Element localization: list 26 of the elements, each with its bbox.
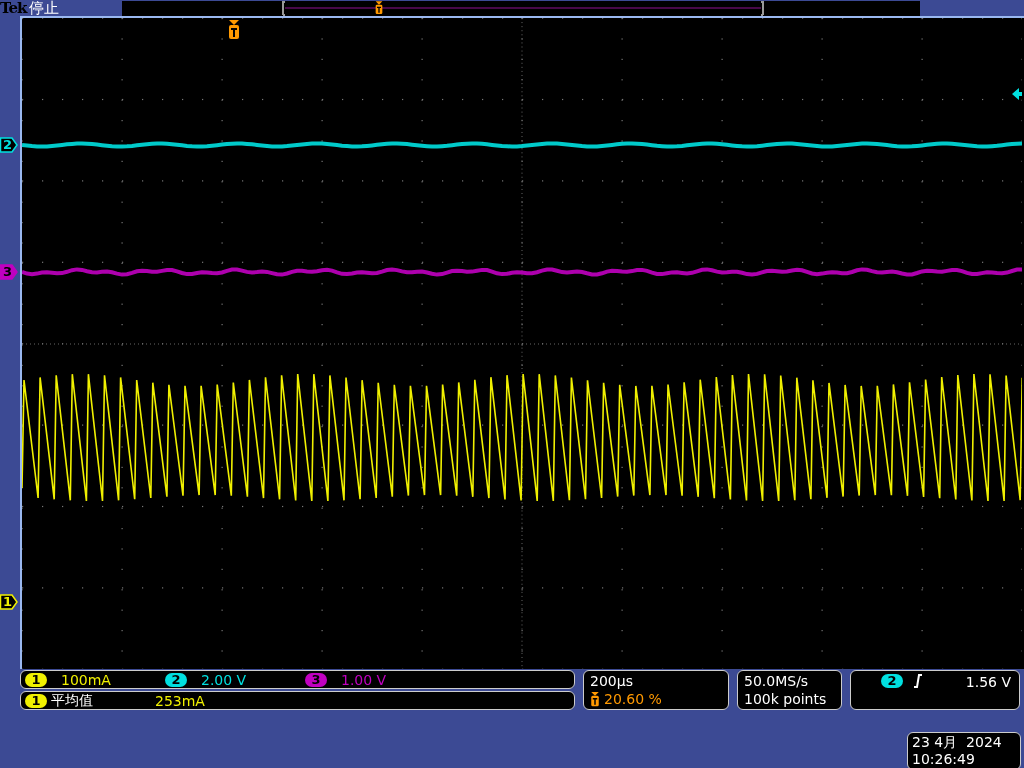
measurement-value: 253mA [155,692,205,709]
channel-badge: 1 [25,672,47,687]
time: 10:26:49 [912,751,976,768]
channel-scale: 100mA [61,671,111,688]
brand-logo: Tek [0,0,27,16]
trigger-time-marker-icon [228,20,240,40]
channel-badge: 3 [305,672,327,687]
measurement-name: 平均值 [51,691,94,710]
trigger-position: 20.60 % [604,690,662,708]
channel-scale: 2.00 V [201,671,247,688]
channel-scale: 1.00 V [341,671,387,688]
horizontal-scale: 200µs [590,672,634,690]
channel-marker[interactable]: 2 [0,137,18,153]
record-length: 100k points [744,690,828,708]
date: 23 4月 2024 [912,734,1003,751]
channel-badge: 2 [881,674,903,688]
channel-marker[interactable]: 1 [0,594,18,610]
channel-badge: 1 [25,693,47,708]
sample-rate: 50.0MS/s [744,672,810,690]
channel-badge: 2 [165,672,187,687]
trigger-icon [590,691,600,707]
trigger-level: 1.56 V [965,674,1011,690]
channel-marker[interactable]: 3 [0,264,18,280]
rising-edge-icon [913,674,923,688]
trigger-level-icon [1012,88,1022,100]
acquisition-state: 停止 [29,0,60,16]
